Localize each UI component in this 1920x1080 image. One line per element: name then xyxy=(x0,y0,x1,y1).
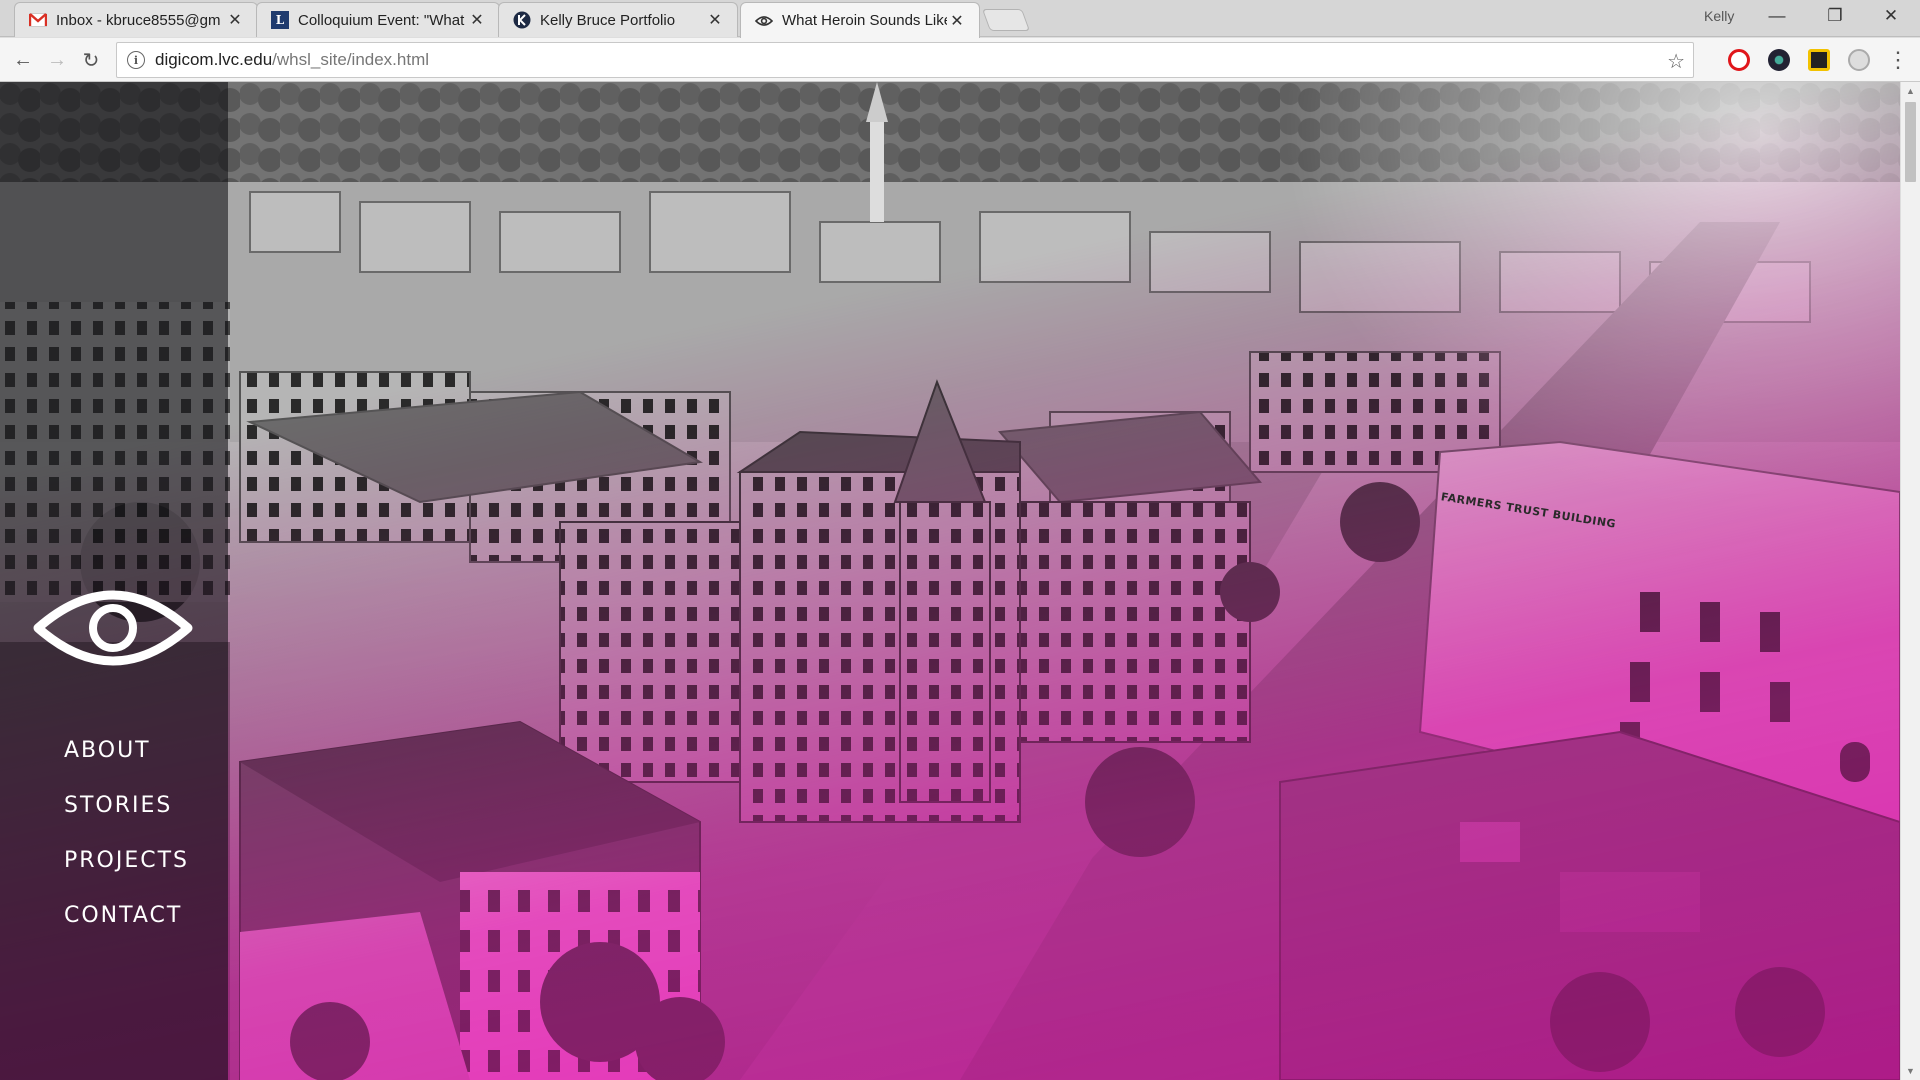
url-path: /whsl_site/index.html xyxy=(272,50,430,69)
site-sidebar: ABOUT STORIES PROJECTS CONTACT xyxy=(0,82,228,1080)
gmail-icon xyxy=(29,11,47,29)
eye-logo-icon[interactable] xyxy=(32,580,194,676)
back-icon[interactable]: ← xyxy=(8,45,38,75)
k-icon xyxy=(513,11,531,29)
l-icon: L xyxy=(271,11,289,29)
forward-icon[interactable]: → xyxy=(42,45,72,75)
close-tab-icon[interactable]: ✕ xyxy=(225,10,245,30)
nav-about[interactable]: ABOUT xyxy=(64,736,189,791)
nav-contact[interactable]: CONTACT xyxy=(64,901,189,956)
scroll-down-icon[interactable]: ▼ xyxy=(1906,1066,1915,1076)
pink-tint-overlay xyxy=(0,82,1900,1080)
tab-portfolio[interactable]: Kelly Bruce Portfolio ✕ xyxy=(498,2,738,37)
tab-title: What Heroin Sounds Like xyxy=(782,12,947,29)
close-tab-icon[interactable]: ✕ xyxy=(467,10,487,30)
tab-strip: Inbox - kbruce8555@gm ✕ L Colloquium Eve… xyxy=(0,0,1920,38)
page-scrollbar[interactable]: ▲ ▼ xyxy=(1900,82,1920,1080)
extension-icon[interactable] xyxy=(1848,49,1870,71)
tab-title: Inbox - kbruce8555@gm xyxy=(56,11,221,29)
chrome-menu-icon[interactable]: ⋮ xyxy=(1883,45,1913,75)
close-window-icon[interactable]: ✕ xyxy=(1862,0,1920,32)
profile-name[interactable]: Kelly xyxy=(1704,8,1734,24)
camera-extension-icon[interactable] xyxy=(1768,49,1790,71)
scroll-up-icon[interactable]: ▲ xyxy=(1906,86,1915,96)
close-tab-icon[interactable]: ✕ xyxy=(947,11,967,31)
browser-toolbar: ← → ↻ i digicom.lvc.edu /whsl_site/index… xyxy=(0,38,1920,82)
opera-extension-icon[interactable] xyxy=(1728,49,1750,71)
close-tab-icon[interactable]: ✕ xyxy=(705,10,725,30)
tab-colloquium[interactable]: L Colloquium Event: "What ✕ xyxy=(256,2,500,37)
reload-icon[interactable]: ↻ xyxy=(76,45,106,75)
scrollbar-thumb[interactable] xyxy=(1905,102,1916,182)
address-bar[interactable]: i digicom.lvc.edu /whsl_site/index.html … xyxy=(116,42,1694,78)
site-nav: ABOUT STORIES PROJECTS CONTACT xyxy=(64,736,189,956)
tab-title: Kelly Bruce Portfolio xyxy=(540,11,676,29)
info-icon[interactable]: i xyxy=(127,51,145,69)
bookmark-star-icon[interactable]: ☆ xyxy=(1667,49,1685,74)
tab-heroin-sounds[interactable]: What Heroin Sounds Like ✕ xyxy=(740,2,980,38)
nav-projects[interactable]: PROJECTS xyxy=(64,846,189,901)
page-viewport: FARMERS TRUST BUILDING ABOUT STORIES PRO… xyxy=(0,82,1900,1080)
nav-stories[interactable]: STORIES xyxy=(64,791,189,846)
eye-icon xyxy=(755,12,773,30)
tab-gmail[interactable]: Inbox - kbruce8555@gm ✕ xyxy=(14,2,258,37)
check-extension-icon[interactable] xyxy=(1808,49,1830,71)
minimize-icon[interactable]: — xyxy=(1748,0,1806,32)
hero-aerial-town-image: FARMERS TRUST BUILDING xyxy=(0,82,1900,1080)
url-host: digicom.lvc.edu xyxy=(155,50,273,69)
restore-icon[interactable]: ❐ xyxy=(1806,0,1864,32)
tab-title: Colloquium Event: "What xyxy=(298,11,465,29)
new-tab-button[interactable] xyxy=(981,9,1031,31)
